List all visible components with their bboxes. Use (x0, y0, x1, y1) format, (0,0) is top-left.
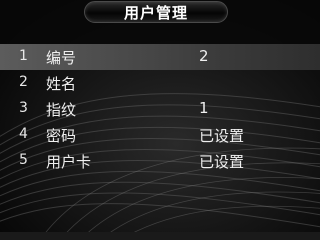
menu-item-user-card[interactable]: 5 用户卡 已设置 (0, 148, 320, 174)
menu-item-value: 2 (199, 47, 209, 65)
menu-item-value: 已设置 (199, 153, 245, 171)
menu-item-number: 5 (19, 152, 28, 168)
menu-item-label: 指纹 (46, 101, 77, 119)
page-title: 用户管理 (123, 3, 188, 22)
menu-item-label: 用户卡 (46, 153, 92, 171)
menu-item-number: 1 (19, 48, 28, 64)
menu-item-id[interactable]: 1 编号 2 (0, 44, 320, 70)
menu-item-label: 编号 (46, 49, 77, 67)
user-menu: 1 编号 2 2 姓名 3 指纹 1 4 密码 已设置 5 用户卡 已设置 (0, 44, 320, 174)
title-bar: 用户管理 (0, 0, 320, 27)
menu-item-fingerprint[interactable]: 3 指纹 1 (0, 96, 320, 122)
menu-item-number: 3 (19, 100, 28, 116)
menu-item-number: 4 (19, 126, 28, 142)
bottom-bar (0, 232, 320, 240)
menu-item-name[interactable]: 2 姓名 (0, 70, 320, 96)
menu-item-label: 密码 (46, 127, 77, 145)
user-management-screen: 用户管理 1 编号 2 2 姓名 3 指纹 1 4 密码 已设置 5 用户卡 已… (0, 0, 320, 240)
menu-item-value: 1 (199, 99, 209, 117)
menu-item-number: 2 (19, 74, 28, 90)
title-pill: 用户管理 (84, 1, 228, 23)
menu-item-password[interactable]: 4 密码 已设置 (0, 122, 320, 148)
menu-item-value: 已设置 (199, 127, 245, 145)
menu-item-label: 姓名 (46, 75, 77, 93)
